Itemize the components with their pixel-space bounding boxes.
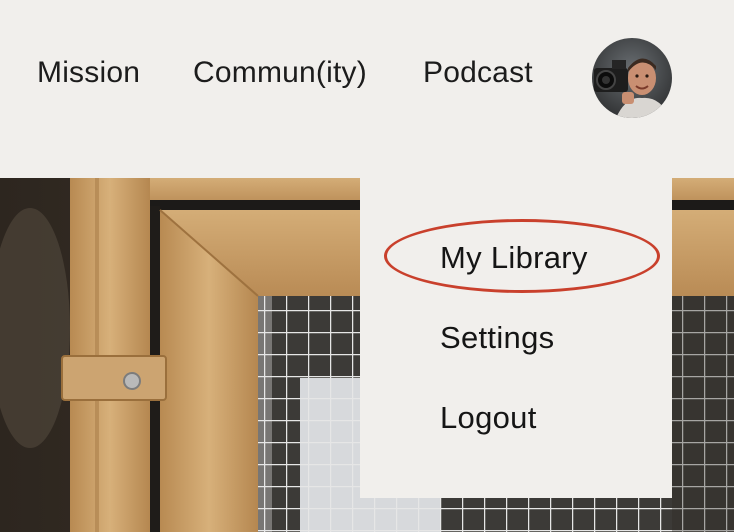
site-header: Mission Commun(ity) Podcast [0, 0, 734, 178]
avatar[interactable] [592, 38, 672, 118]
user-dropdown-menu: My Library Settings Logout [360, 178, 672, 498]
menu-item-logout[interactable]: Logout [440, 400, 537, 436]
menu-item-settings[interactable]: Settings [440, 320, 554, 356]
nav-link-mission[interactable]: Mission [37, 56, 140, 90]
menu-item-my-library[interactable]: My Library [440, 240, 588, 276]
avatar-photo-icon [592, 38, 672, 118]
nav-link-podcast[interactable]: Podcast [423, 56, 533, 90]
nav-link-community[interactable]: Commun(ity) [193, 56, 367, 90]
